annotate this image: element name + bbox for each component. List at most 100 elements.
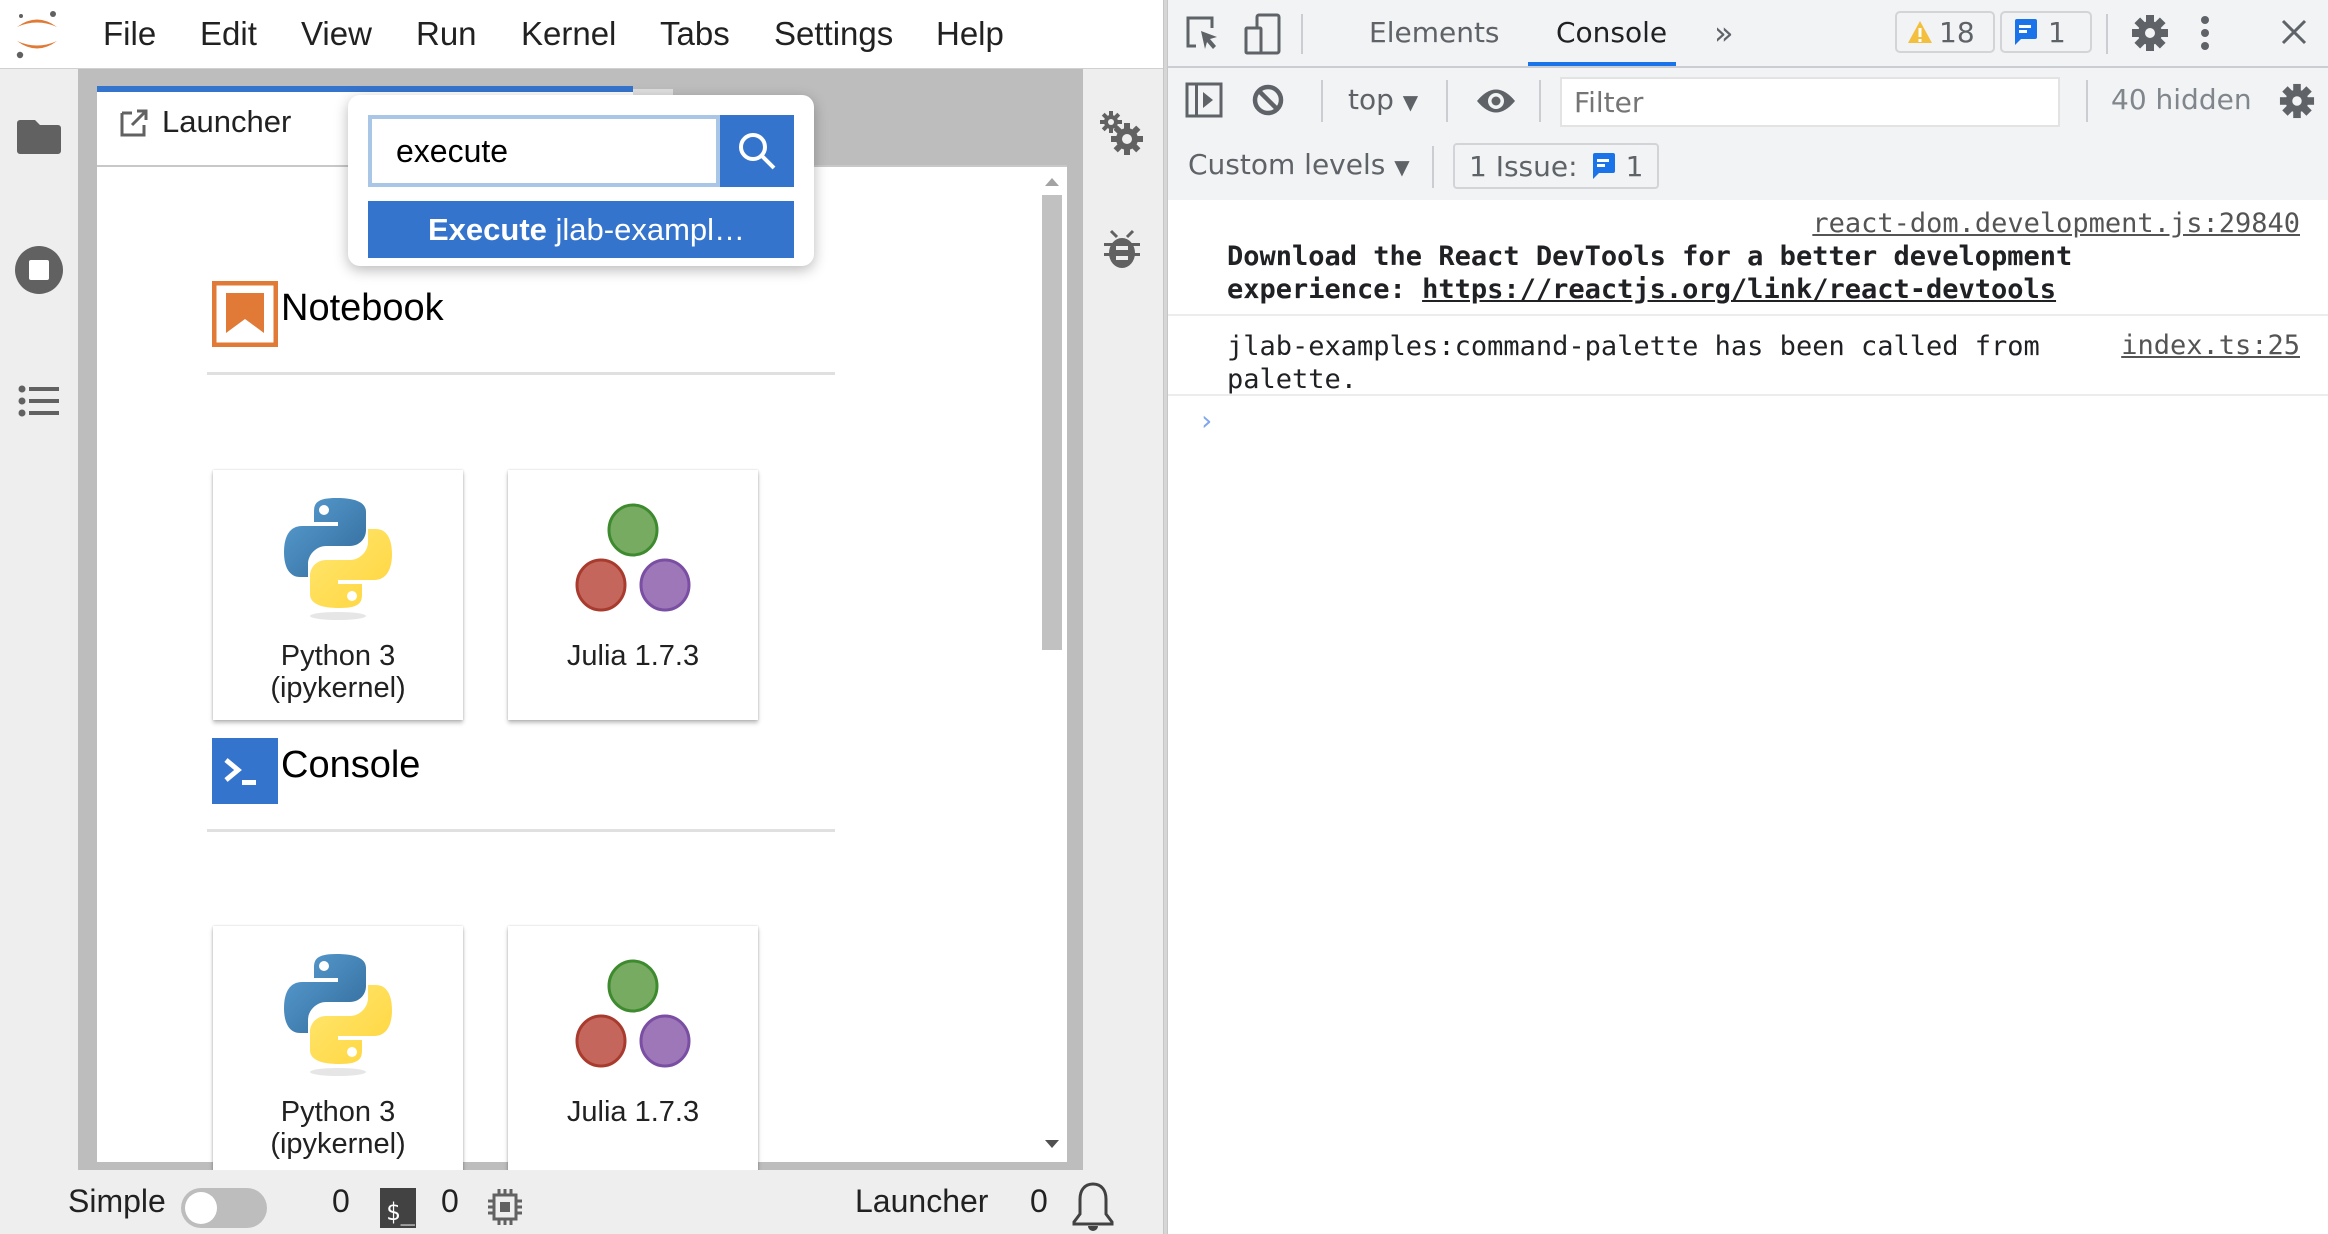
search-icon — [739, 133, 776, 170]
sidebar-item-running[interactable] — [14, 245, 64, 295]
log-levels-dropdown[interactable]: Custom levels ▼ — [1188, 148, 1410, 181]
sidebar-item-toc[interactable] — [14, 376, 64, 426]
context-value: top — [1348, 83, 1394, 116]
dropdown-arrow-icon: ▼ — [1402, 90, 1419, 114]
tab-elements[interactable]: Elements — [1369, 0, 1500, 66]
launcher-scrollbar[interactable] — [1039, 170, 1065, 1160]
devtools-more-options-button[interactable] — [2190, 12, 2220, 54]
console-filter-input[interactable] — [1560, 77, 2060, 127]
messages-count: 1 — [2048, 15, 2066, 49]
launcher-card-console-python3[interactable]: Python 3 (ipykernel) — [213, 926, 463, 1176]
dropdown-arrow-icon: ▼ — [1394, 155, 1410, 179]
command-palette-search-box — [368, 115, 720, 187]
menu-view[interactable]: View — [301, 14, 372, 54]
launcher-card-notebook-python3[interactable]: Python 3 (ipykernel) — [213, 470, 463, 720]
command-palette: Execute jlab-exampl… — [348, 95, 814, 266]
menu-run[interactable]: Run — [416, 14, 477, 54]
message-line1: jlab-examples:command-palette has been c… — [1227, 331, 2040, 362]
inspect-element-button[interactable] — [1182, 12, 1224, 54]
julia-logo — [575, 959, 691, 1068]
device-toolbar-button[interactable] — [1242, 12, 1284, 56]
prompt-caret-icon: › — [1198, 404, 1215, 437]
message-text: jlab-examples:command-palette has been c… — [1227, 330, 2040, 396]
property-inspector-icon — [1100, 111, 1143, 155]
cpu-icon[interactable] — [487, 1188, 523, 1226]
sidebar-item-debugger[interactable] — [1097, 224, 1147, 274]
warnings-badge[interactable]: 18 — [1895, 11, 1995, 53]
notifications-count[interactable]: 0 — [1030, 1183, 1048, 1220]
toggle-knob — [185, 1192, 217, 1224]
message-source-link[interactable]: react-dom.development.js:29840 — [1812, 208, 2300, 239]
live-expression-button[interactable] — [1473, 80, 1519, 122]
simple-mode-label: Simple — [68, 1183, 166, 1219]
inspect-element-icon — [1186, 16, 1217, 49]
issues-button[interactable]: 1 Issue: 1 — [1453, 143, 1660, 189]
left-sidebar — [0, 69, 78, 1170]
warnings-count: 18 — [1939, 15, 1975, 49]
menu-edit[interactable]: Edit — [200, 14, 257, 54]
terminal-icon[interactable]: $_ — [380, 1188, 416, 1228]
message-line2-prefix: experience: — [1227, 274, 1423, 305]
card-label-line2: (ipykernel) — [270, 672, 406, 704]
menu-kernel[interactable]: Kernel — [521, 14, 616, 54]
jupyter-logo[interactable] — [12, 8, 62, 60]
simple-mode-toggle[interactable] — [181, 1188, 267, 1228]
card-label-line2: (ipykernel) — [270, 1128, 406, 1160]
result-rest-text: jlab-exampl… — [546, 212, 746, 247]
card-label-line1: Python 3 — [280, 640, 396, 672]
device-toggle-icon — [1244, 13, 1281, 55]
section-divider — [207, 829, 835, 832]
command-palette-result-item[interactable]: Execute jlab-exampl… — [368, 201, 794, 258]
scroll-up-arrow[interactable] — [1045, 178, 1059, 186]
messages-badge[interactable]: 1 — [2000, 11, 2092, 53]
toolbar-separator — [2086, 80, 2088, 122]
launcher-card-notebook-julia[interactable]: Julia 1.7.3 — [508, 470, 758, 720]
context-selector[interactable]: top ▼ — [1348, 83, 1418, 116]
menu-file[interactable]: File — [103, 14, 156, 54]
message-icon — [2015, 19, 2037, 45]
devtools-settings-button[interactable] — [2129, 12, 2171, 54]
card-label: Julia 1.7.3 — [508, 640, 758, 672]
console-icon — [212, 738, 278, 804]
right-sidebar — [1083, 69, 1163, 1170]
scrollbar-thumb[interactable] — [1042, 195, 1062, 650]
menu-bar: File Edit View Run Kernel Tabs Settings … — [0, 0, 1164, 69]
warning-icon — [1908, 21, 1932, 43]
command-palette-search-input[interactable] — [376, 119, 706, 183]
section-title-notebook: Notebook — [281, 287, 444, 329]
terminals-count[interactable]: 0 — [441, 1183, 459, 1220]
active-tab-indicator — [1528, 62, 1676, 66]
show-sidebar-button[interactable] — [1184, 80, 1224, 120]
sidebar-item-file-browser[interactable] — [14, 111, 64, 161]
command-palette-search-button[interactable] — [720, 115, 794, 187]
tab-console[interactable]: Console — [1556, 0, 1667, 66]
card-label: Python 3 (ipykernel) — [213, 640, 463, 704]
gear-icon — [2132, 15, 2168, 51]
toolbar-separator — [2106, 14, 2108, 54]
bell-icon[interactable] — [1072, 1182, 1114, 1234]
close-devtools-button[interactable] — [2276, 14, 2312, 50]
console-message: react-dom.development.js:29840 Download … — [1168, 200, 2328, 316]
launcher-card-console-julia[interactable]: Julia 1.7.3 — [508, 926, 758, 1176]
message-source-link[interactable]: index.ts:25 — [2121, 330, 2300, 361]
close-icon — [2281, 19, 2307, 45]
folder-icon — [17, 120, 61, 154]
section-divider — [207, 372, 835, 375]
active-document-label: Launcher — [855, 1183, 989, 1219]
menu-tabs[interactable]: Tabs — [660, 14, 730, 54]
menu-help[interactable]: Help — [936, 14, 1004, 54]
sidebar-item-property-inspector[interactable] — [1097, 108, 1147, 158]
more-tabs-button[interactable]: » — [1714, 0, 1734, 66]
scroll-down-arrow[interactable] — [1045, 1140, 1059, 1148]
jupyterlab-window: File Edit View Run Kernel Tabs Settings … — [0, 0, 1164, 1234]
console-settings-button[interactable] — [2278, 82, 2316, 120]
message-text: Download the React DevTools for a better… — [1227, 240, 2072, 306]
console-prompt[interactable]: › — [1168, 396, 2328, 516]
notebook-icon — [212, 281, 278, 347]
menu-settings[interactable]: Settings — [774, 14, 893, 54]
clear-console-button[interactable] — [1248, 80, 1288, 120]
message-url-link[interactable]: https://reactjs.org/link/react-devtools — [1422, 274, 2056, 305]
message-line1: Download the React DevTools for a better… — [1227, 241, 2073, 272]
kernels-count[interactable]: 0 — [332, 1183, 350, 1220]
card-label-line1: Julia 1.7.3 — [566, 640, 700, 672]
